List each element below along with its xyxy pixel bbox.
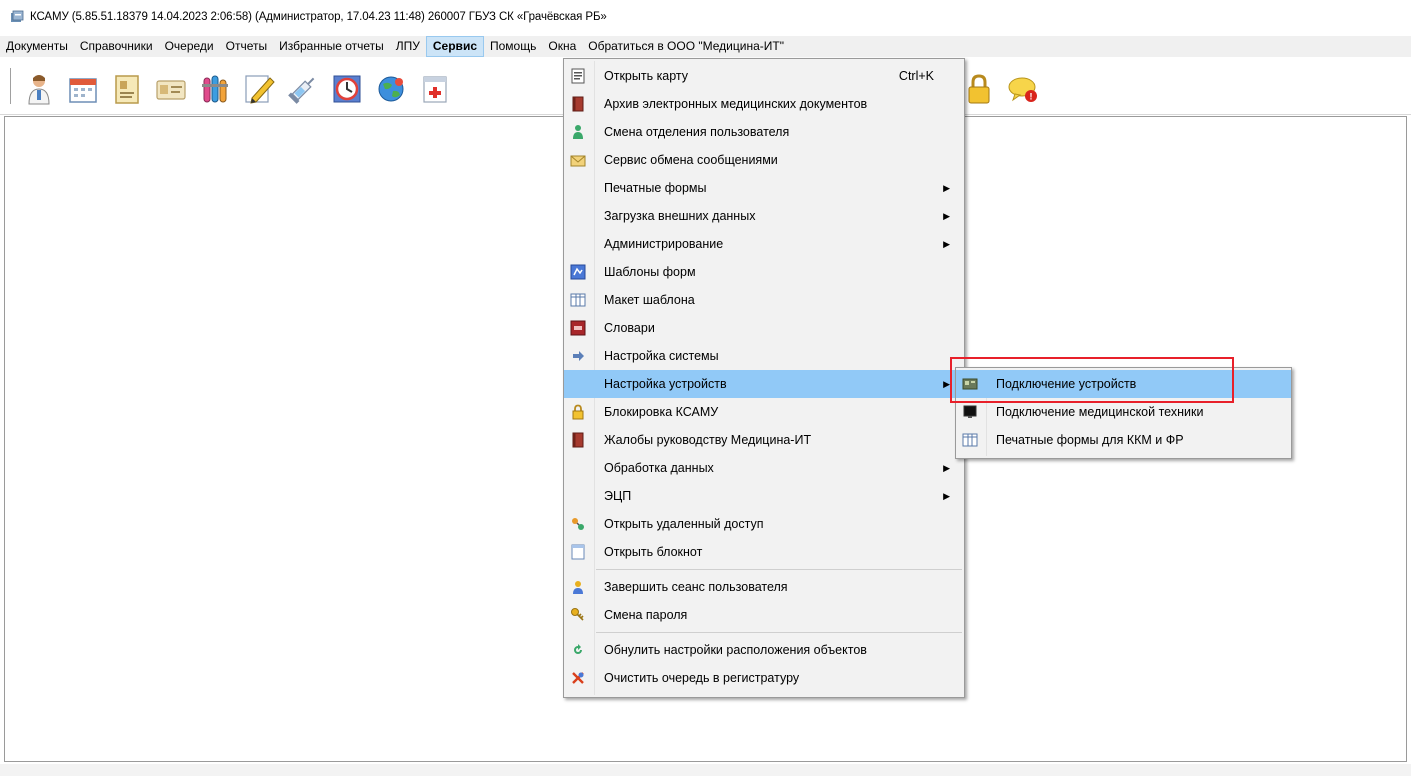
menu-item-complaints[interactable]: Жалобы руководству Медицина-ИТ xyxy=(564,426,964,454)
window-title: КСАМУ (5.85.51.18379 14.04.2023 2:06:58)… xyxy=(30,11,607,23)
layout-icon xyxy=(570,292,586,308)
notification-badge: ! xyxy=(1030,92,1033,102)
menu-contact[interactable]: Обратиться в ООО "Медицина-ИТ" xyxy=(582,36,790,57)
status-bar xyxy=(0,764,1411,776)
key-icon xyxy=(570,607,586,623)
pencil-icon[interactable] xyxy=(242,72,276,106)
id-card-icon[interactable] xyxy=(154,72,188,106)
menu-item-notepad[interactable]: Открыть блокнот xyxy=(564,538,964,566)
menu-lpu[interactable]: ЛПУ xyxy=(390,36,426,57)
menu-documents[interactable]: Документы xyxy=(0,36,74,57)
menu-item-clear-queue[interactable]: Очистить очередь в регистратуру xyxy=(564,664,964,692)
medical-calendar-icon[interactable] xyxy=(418,72,452,106)
card-icon[interactable] xyxy=(110,72,144,106)
menu-item-form-templates[interactable]: Шаблоны форм xyxy=(564,258,964,286)
syringe-icon[interactable] xyxy=(286,72,320,106)
menu-queues[interactable]: Очереди xyxy=(159,36,220,57)
notepad-icon xyxy=(570,544,586,560)
chat-notification-icon[interactable]: ! xyxy=(1006,72,1040,106)
menu-item-reset-layout[interactable]: Обнулить настройки расположения объектов xyxy=(564,636,964,664)
devices-submenu: Подключение устройств Подключение медици… xyxy=(955,367,1292,459)
menu-item-open-card[interactable]: Открыть карту Ctrl+K xyxy=(564,62,964,90)
menu-references[interactable]: Справочники xyxy=(74,36,159,57)
reset-icon xyxy=(570,642,586,658)
submenu-arrow-icon: ▶ xyxy=(943,463,950,473)
menu-windows[interactable]: Окна xyxy=(542,36,582,57)
remote-access-icon xyxy=(570,516,586,532)
flasks-icon[interactable] xyxy=(198,72,232,106)
menu-item-archive[interactable]: Архив электронных медицинских документов xyxy=(564,90,964,118)
menu-item-end-session[interactable]: Завершить сеанс пользователя xyxy=(564,573,964,601)
submenu-arrow-icon: ▶ xyxy=(943,239,950,249)
table-icon xyxy=(962,432,978,448)
menu-reports[interactable]: Отчеты xyxy=(220,36,273,57)
submenu-arrow-icon: ▶ xyxy=(943,211,950,221)
archive-book-icon xyxy=(570,96,586,112)
lock-icon[interactable] xyxy=(962,72,996,106)
clock-icon[interactable] xyxy=(330,72,364,106)
arrow-right-icon xyxy=(570,348,586,364)
service-menu: Открыть карту Ctrl+K Архив электронных м… xyxy=(563,58,965,698)
menu-bar: Документы Справочники Очереди Отчеты Изб… xyxy=(0,36,1411,57)
globe-icon[interactable] xyxy=(374,72,408,106)
menu-item-device-settings[interactable]: Настройка устройств ▶ xyxy=(564,370,964,398)
menu-help[interactable]: Помощь xyxy=(484,36,542,57)
lock-icon xyxy=(570,404,586,420)
card-icon xyxy=(570,68,586,84)
menu-item-print-forms-kkm[interactable]: Печатные формы для ККМ и ФР xyxy=(956,426,1291,454)
submenu-arrow-icon: ▶ xyxy=(943,491,950,501)
menu-service[interactable]: Сервис xyxy=(425,36,484,57)
menu-item-data-processing[interactable]: Обработка данных ▶ xyxy=(564,454,964,482)
menu-item-print-forms[interactable]: Печатные формы ▶ xyxy=(564,174,964,202)
submenu-arrow-icon: ▶ xyxy=(943,379,950,389)
menu-item-system-settings[interactable]: Настройка системы xyxy=(564,342,964,370)
title-bar: КСАМУ (5.85.51.18379 14.04.2023 2:06:58)… xyxy=(0,0,1411,34)
monitor-icon xyxy=(962,404,978,420)
menu-item-template-layout[interactable]: Макет шаблона xyxy=(564,286,964,314)
menu-item-eds[interactable]: ЭЦП ▶ xyxy=(564,482,964,510)
menu-separator xyxy=(596,569,962,570)
complaint-book-icon xyxy=(570,432,586,448)
menu-favorite-reports[interactable]: Избранные отчеты xyxy=(273,36,390,57)
menu-item-administration[interactable]: Администрирование ▶ xyxy=(564,230,964,258)
menu-item-change-password[interactable]: Смена пароля xyxy=(564,601,964,629)
menu-item-connect-medical-equipment[interactable]: Подключение медицинской техники xyxy=(956,398,1291,426)
doctor-icon[interactable] xyxy=(22,72,56,106)
clear-queue-icon xyxy=(570,670,586,686)
menu-item-connect-devices[interactable]: Подключение устройств xyxy=(956,370,1291,398)
menu-item-dictionaries[interactable]: Словари xyxy=(564,314,964,342)
calendar-icon[interactable] xyxy=(66,72,100,106)
menu-item-remote-access[interactable]: Открыть удаленный доступ xyxy=(564,510,964,538)
dictionary-icon xyxy=(570,320,586,336)
template-icon xyxy=(570,264,586,280)
toolbar-grip[interactable] xyxy=(10,68,15,104)
menu-item-messaging[interactable]: Сервис обмена сообщениями xyxy=(564,146,964,174)
shortcut-label: Ctrl+K xyxy=(898,69,934,83)
menu-separator xyxy=(596,632,962,633)
envelope-icon xyxy=(570,152,586,168)
menu-item-external-data[interactable]: Загрузка внешних данных ▶ xyxy=(564,202,964,230)
submenu-arrow-icon: ▶ xyxy=(943,183,950,193)
user-switch-icon xyxy=(570,124,586,140)
menu-item-lock-ksamu[interactable]: Блокировка КСАМУ xyxy=(564,398,964,426)
menu-item-change-department[interactable]: Смена отделения пользователя xyxy=(564,118,964,146)
logout-user-icon xyxy=(570,579,586,595)
app-icon xyxy=(10,10,24,24)
device-icon xyxy=(962,376,978,392)
